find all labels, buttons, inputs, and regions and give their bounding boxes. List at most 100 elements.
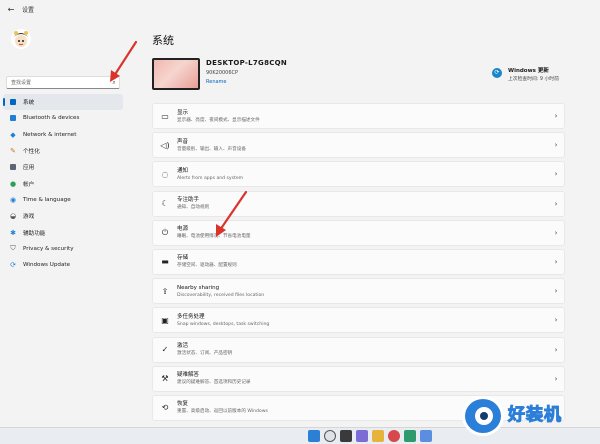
row-subtitle: 激活状态、订阅、产品密钥 (177, 351, 233, 356)
device-name: DESKTOP-L7G8CQN (206, 59, 288, 67)
start-icon[interactable] (308, 430, 320, 442)
row-subtitle: 音量级别、输出、输入、声音设备 (177, 146, 246, 152)
share-icon: ⇪ (161, 286, 169, 296)
sidebar-item-network[interactable]: ◆ Network & internet (3, 127, 123, 143)
rename-link[interactable]: Rename (206, 79, 227, 85)
settings-row-nearby-sharing[interactable]: ⇪ Nearby sharing Discoverability, receive… (152, 278, 565, 305)
main-content: 系统 DESKTOP-L7G8CQN 90K20006CP Rename ⟳ W… (128, 18, 600, 428)
sidebar-nav: 系统 Bluetooth & devices ◆ Network & inter… (3, 94, 123, 273)
settings-row-notifications[interactable]: ◌ 通知 Alerts from apps and system › (152, 161, 565, 188)
window-title: 设置 (22, 6, 35, 14)
chevron-right-icon: › (554, 374, 558, 383)
shield-icon: ⛉ (10, 244, 16, 253)
edge-icon[interactable] (404, 430, 416, 442)
sidebar-item-label: Network & internet (23, 131, 77, 138)
page-title: 系统 (152, 34, 174, 47)
settings-row-focus-assist[interactable]: ☾ 专注助手 通知、自动规则 › (152, 190, 565, 217)
eye-icon (475, 407, 493, 425)
recovery-icon: ⟲ (161, 403, 169, 413)
power-icon: ⏻ (161, 227, 169, 237)
person-icon: ● (9, 179, 17, 188)
wifi-icon: ◆ (10, 130, 16, 139)
monitor-icon (10, 99, 16, 106)
display-icon: ▭ (161, 111, 169, 121)
row-subtitle: Discoverability, received files location (177, 292, 265, 298)
row-subtitle: 建议的疑难解答、首选项和历史记录 (177, 380, 251, 386)
search-icon[interactable]: ⌕ (109, 79, 119, 87)
row-subtitle: 通知、自动规则 (177, 205, 210, 211)
sidebar-item-label: 系统 (23, 100, 35, 107)
row-title: 声音 (177, 138, 189, 145)
teams-icon[interactable] (356, 430, 368, 442)
back-arrow-icon[interactable]: ← (4, 5, 18, 14)
chevron-right-icon: › (554, 257, 558, 266)
row-title: 电源 (177, 226, 189, 233)
settings-row-multitasking[interactable]: ▣ 多任务处理 Snap windows, desktops, task swit… (152, 307, 565, 334)
row-title: Nearby sharing (177, 284, 220, 291)
search-input[interactable]: 查找设置 ⌕ (6, 76, 120, 89)
sidebar-item-label: 个性化 (23, 149, 40, 156)
row-title: 疑难解答 (177, 372, 200, 379)
sidebar: 查找设置 ⌕ 系统 Bluetooth & devices ◆ Network … (0, 18, 126, 428)
sidebar-item-time-language[interactable]: ◉ Time & language (3, 192, 123, 208)
sidebar-item-accessibility[interactable]: ✱ 辅助功能 (3, 224, 123, 240)
chevron-right-icon: › (554, 287, 558, 296)
sidebar-item-bluetooth[interactable]: Bluetooth & devices (3, 110, 123, 126)
apps-icon (10, 164, 16, 171)
chevron-right-icon: › (554, 199, 558, 208)
settings-row-activation[interactable]: ✓ 激活 激活状态、订阅、产品密钥 › (152, 336, 565, 363)
row-subtitle: 存储空间、驱动器、配置规则 (177, 263, 237, 269)
row-title: 多任务处理 (177, 313, 205, 320)
settings-gear-icon[interactable] (420, 430, 432, 442)
site-watermark: 好装机 (462, 394, 600, 438)
device-model: 90K20006CP (206, 70, 239, 76)
row-title: 显示 (177, 109, 189, 116)
chevron-right-icon: › (554, 170, 558, 179)
taskbar-icons (308, 430, 432, 442)
file-explorer-icon[interactable] (372, 430, 384, 442)
sidebar-item-label: Privacy & security (23, 245, 74, 252)
chevron-right-icon: › (554, 141, 558, 150)
settings-row-troubleshoot[interactable]: ⚒ 疑难解答 建议的疑难解答、首选项和历史记录 › (152, 365, 565, 392)
sidebar-item-privacy[interactable]: ⛉ Privacy & security (3, 241, 123, 257)
sidebar-item-label: Time & language (23, 196, 71, 203)
sidebar-item-personalization[interactable]: ✎ 个性化 (3, 143, 123, 159)
windows-update-card[interactable]: ⟳ Windows 更新 上次检查时间: 9 小时前 (492, 64, 582, 88)
sidebar-item-gaming[interactable]: ◒ 游戏 (3, 208, 123, 224)
sidebar-item-label: Bluetooth & devices (23, 115, 80, 122)
row-title: 专注助手 (177, 197, 200, 204)
sidebar-item-system[interactable]: 系统 (3, 94, 123, 111)
sidebar-item-apps[interactable]: 应用 (3, 159, 123, 175)
settings-row-display[interactable]: ▭ 显示 显示器、亮度、夜间模式、显示描述文件 › (152, 103, 565, 129)
update-icon: ⟳ (10, 261, 16, 270)
sidebar-item-accounts[interactable]: ● 帐户 (3, 175, 123, 191)
settings-row-sound[interactable]: ◁) 声音 音量级别、输出、输入、声音设备 › (152, 132, 565, 159)
settings-row-power[interactable]: ⏻ 电源 睡眠、电池使用情况、节省电池电量 › (152, 219, 565, 246)
task-view-icon[interactable] (340, 430, 352, 442)
device-card: DESKTOP-L7G8CQN 90K20006CP Rename (152, 58, 352, 98)
row-subtitle: 显示器、亮度、夜间模式、显示描述文件 (177, 117, 260, 123)
storage-icon: ▬ (161, 257, 169, 267)
user-avatar[interactable] (10, 28, 32, 50)
globe-clock-icon: ◉ (9, 195, 17, 204)
bluetooth-icon (10, 115, 16, 122)
speaker-icon: ◁) (160, 140, 170, 150)
settings-row-storage[interactable]: ▬ 存储 存储空间、驱动器、配置规则 › (152, 248, 565, 275)
gamepad-icon: ◒ (9, 212, 17, 221)
device-thumbnail (152, 58, 200, 90)
watermark-text: 好装机 (508, 405, 562, 426)
chevron-right-icon: › (554, 316, 558, 325)
sidebar-item-windows-update[interactable]: ⟳ Windows Update (3, 257, 123, 273)
sidebar-item-label: 辅助功能 (23, 230, 46, 237)
chevron-right-icon: › (554, 345, 558, 354)
update-title: Windows 更新 (508, 68, 549, 74)
settings-list: ▭ 显示 显示器、亮度、夜间模式、显示描述文件 › ◁) 声音 音量级别、输出、输入… (152, 103, 565, 424)
chrome-icon[interactable] (388, 430, 400, 442)
update-subtitle: 上次检查时间: 9 小时前 (508, 77, 559, 82)
watermark-logo (462, 396, 504, 436)
chevron-right-icon: › (554, 228, 558, 237)
row-subtitle: Snap windows, desktops, task switching (177, 321, 270, 327)
search-icon[interactable] (324, 430, 336, 442)
brush-icon: ✎ (10, 147, 16, 156)
search-placeholder: 查找设置 (11, 80, 32, 86)
